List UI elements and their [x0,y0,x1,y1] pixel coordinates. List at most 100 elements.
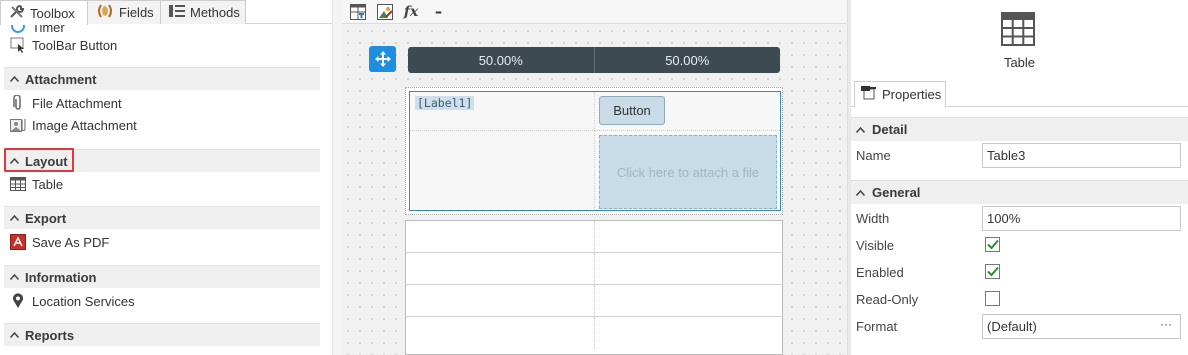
button-control[interactable]: Button [599,96,665,125]
fields-icon [96,4,114,21]
property-row-read-only: Read-Only [851,286,1188,313]
category-label: Export [25,210,67,226]
table-row[interactable] [406,317,782,349]
column-divider [594,221,595,253]
toolbox-item-label: Table [32,176,64,192]
visible-checkbox[interactable] [985,237,1000,252]
toolbox-item-label: Save As PDF [32,234,110,250]
column-divider [594,317,595,349]
property-row-name: Name [851,142,1188,169]
expression-icon[interactable]: fx [402,3,420,21]
chevron-up-icon [856,189,865,196]
file-attachment-control[interactable]: Click here to attach a file [599,135,777,209]
image-attachment-icon [10,117,26,133]
format-value: (Default) [987,319,1037,334]
toolbox-item-label: File Attachment [32,95,122,111]
table-row[interactable] [406,253,782,285]
table-icon [10,176,26,192]
property-row-width: Width [851,205,1188,232]
toolbox-item-save-as-pdf[interactable]: Save As PDF [10,232,109,252]
chevron-up-icon [856,126,865,133]
properties-panel: Table Properties Detail Name General Wid… [851,0,1188,355]
category-reports[interactable]: Reports [4,323,320,346]
selected-table-container: [Label1] Button Click here to attach a f… [405,87,783,215]
table-cell[interactable] [410,131,595,210]
column-divider [594,253,595,285]
design-canvas: 50.00% 50.00% [Label1] Button Click here… [342,25,847,355]
tab-toolbox[interactable]: Toolbox [0,0,88,25]
toolbox-item-file-attachment[interactable]: File Attachment [10,93,122,113]
column-width-1[interactable]: 50.00% [408,47,594,73]
category-attachment[interactable]: Attachment [4,67,320,90]
paperclip-icon [10,95,26,111]
category-label: Reports [25,327,75,343]
methods-icon [169,4,185,21]
category-label: Information [25,269,97,285]
toolbox-item-label: ToolBar Button [32,37,118,53]
property-label: Read-Only [856,292,919,307]
left-panel-splitter[interactable] [332,0,342,355]
property-row-enabled: Enabled [851,259,1188,286]
column-width-header: 50.00% 50.00% [408,47,780,73]
more-icon[interactable]: ▪▪▪ [429,3,447,21]
table-cell[interactable]: Button [595,92,780,131]
properties-icon [861,86,877,103]
toolbox-item-label: Location Services [32,293,135,309]
design-canvas-area: fx ▪▪▪ 50.00% 50.00% [Label1] Button Cli… [342,0,847,355]
move-handle[interactable] [369,46,396,72]
tab-label: Properties [882,87,942,102]
canvas-toolbar: fx ▪▪▪ [342,0,847,24]
chevron-up-icon [10,274,19,280]
table3-control[interactable]: [Label1] Button Click here to attach a f… [409,91,781,211]
tab-fields[interactable]: Fields [87,0,161,24]
lower-table-control[interactable] [405,220,783,355]
toolbox-item-label: Image Attachment [32,117,137,133]
toolbox-item-toolbar-button[interactable]: ToolBar Button [10,35,117,55]
property-label: Name [856,148,891,163]
toolbox-item-table[interactable]: Table [10,174,63,194]
label1-control[interactable]: [Label1] [415,96,475,110]
property-label: Visible [856,238,895,253]
tab-label: Fields [119,5,154,20]
category-export[interactable]: Export [4,206,320,229]
toolbar-button-icon [10,37,26,53]
section-detail[interactable]: Detail [851,117,1188,141]
section-label: Detail [872,122,908,137]
width-field[interactable] [982,206,1181,231]
column-width-2[interactable]: 50.00% [593,47,781,73]
toolbox-panel: Timer Toolbox Fields Methods ToolBar But… [0,0,332,355]
enabled-checkbox[interactable] [985,264,1000,279]
tools-icon [9,4,25,23]
tab-properties[interactable]: Properties [854,81,946,107]
category-information[interactable]: Information [4,265,320,288]
table-layout-icon[interactable] [349,3,367,21]
read-only-checkbox[interactable] [985,291,1000,306]
tab-label: Methods [190,5,240,20]
layout-highlight-box [4,148,74,172]
image-edit-icon[interactable] [376,3,394,21]
property-label: Format [856,319,898,334]
section-label: General [872,185,921,200]
map-pin-icon [10,293,26,309]
toolbox-item-image-attachment[interactable]: Image Attachment [10,115,137,135]
move-icon [374,51,391,67]
table-cell[interactable]: Click here to attach a file [595,131,780,210]
checkmark-icon [986,266,999,277]
pdf-icon [10,234,26,250]
format-field[interactable]: (Default) ··· [982,314,1181,339]
property-row-format: Format (Default) ··· [851,313,1188,340]
name-field[interactable] [982,143,1181,168]
table-row[interactable] [406,285,782,317]
tab-label: Toolbox [30,5,75,21]
toolbox-item-location-services[interactable]: Location Services [10,291,135,311]
property-row-visible: Visible [851,232,1188,259]
ellipsis-button[interactable]: ··· [1160,317,1172,331]
property-label: Width [856,211,890,226]
section-general[interactable]: General [851,180,1188,204]
table-cell[interactable]: [Label1] [410,92,595,131]
tab-methods[interactable]: Methods [160,0,246,24]
table-row[interactable] [406,221,782,253]
toolbox-tabs: Toolbox Fields Methods [0,0,332,25]
table-icon [1001,12,1035,46]
property-label: Enabled [856,265,904,280]
